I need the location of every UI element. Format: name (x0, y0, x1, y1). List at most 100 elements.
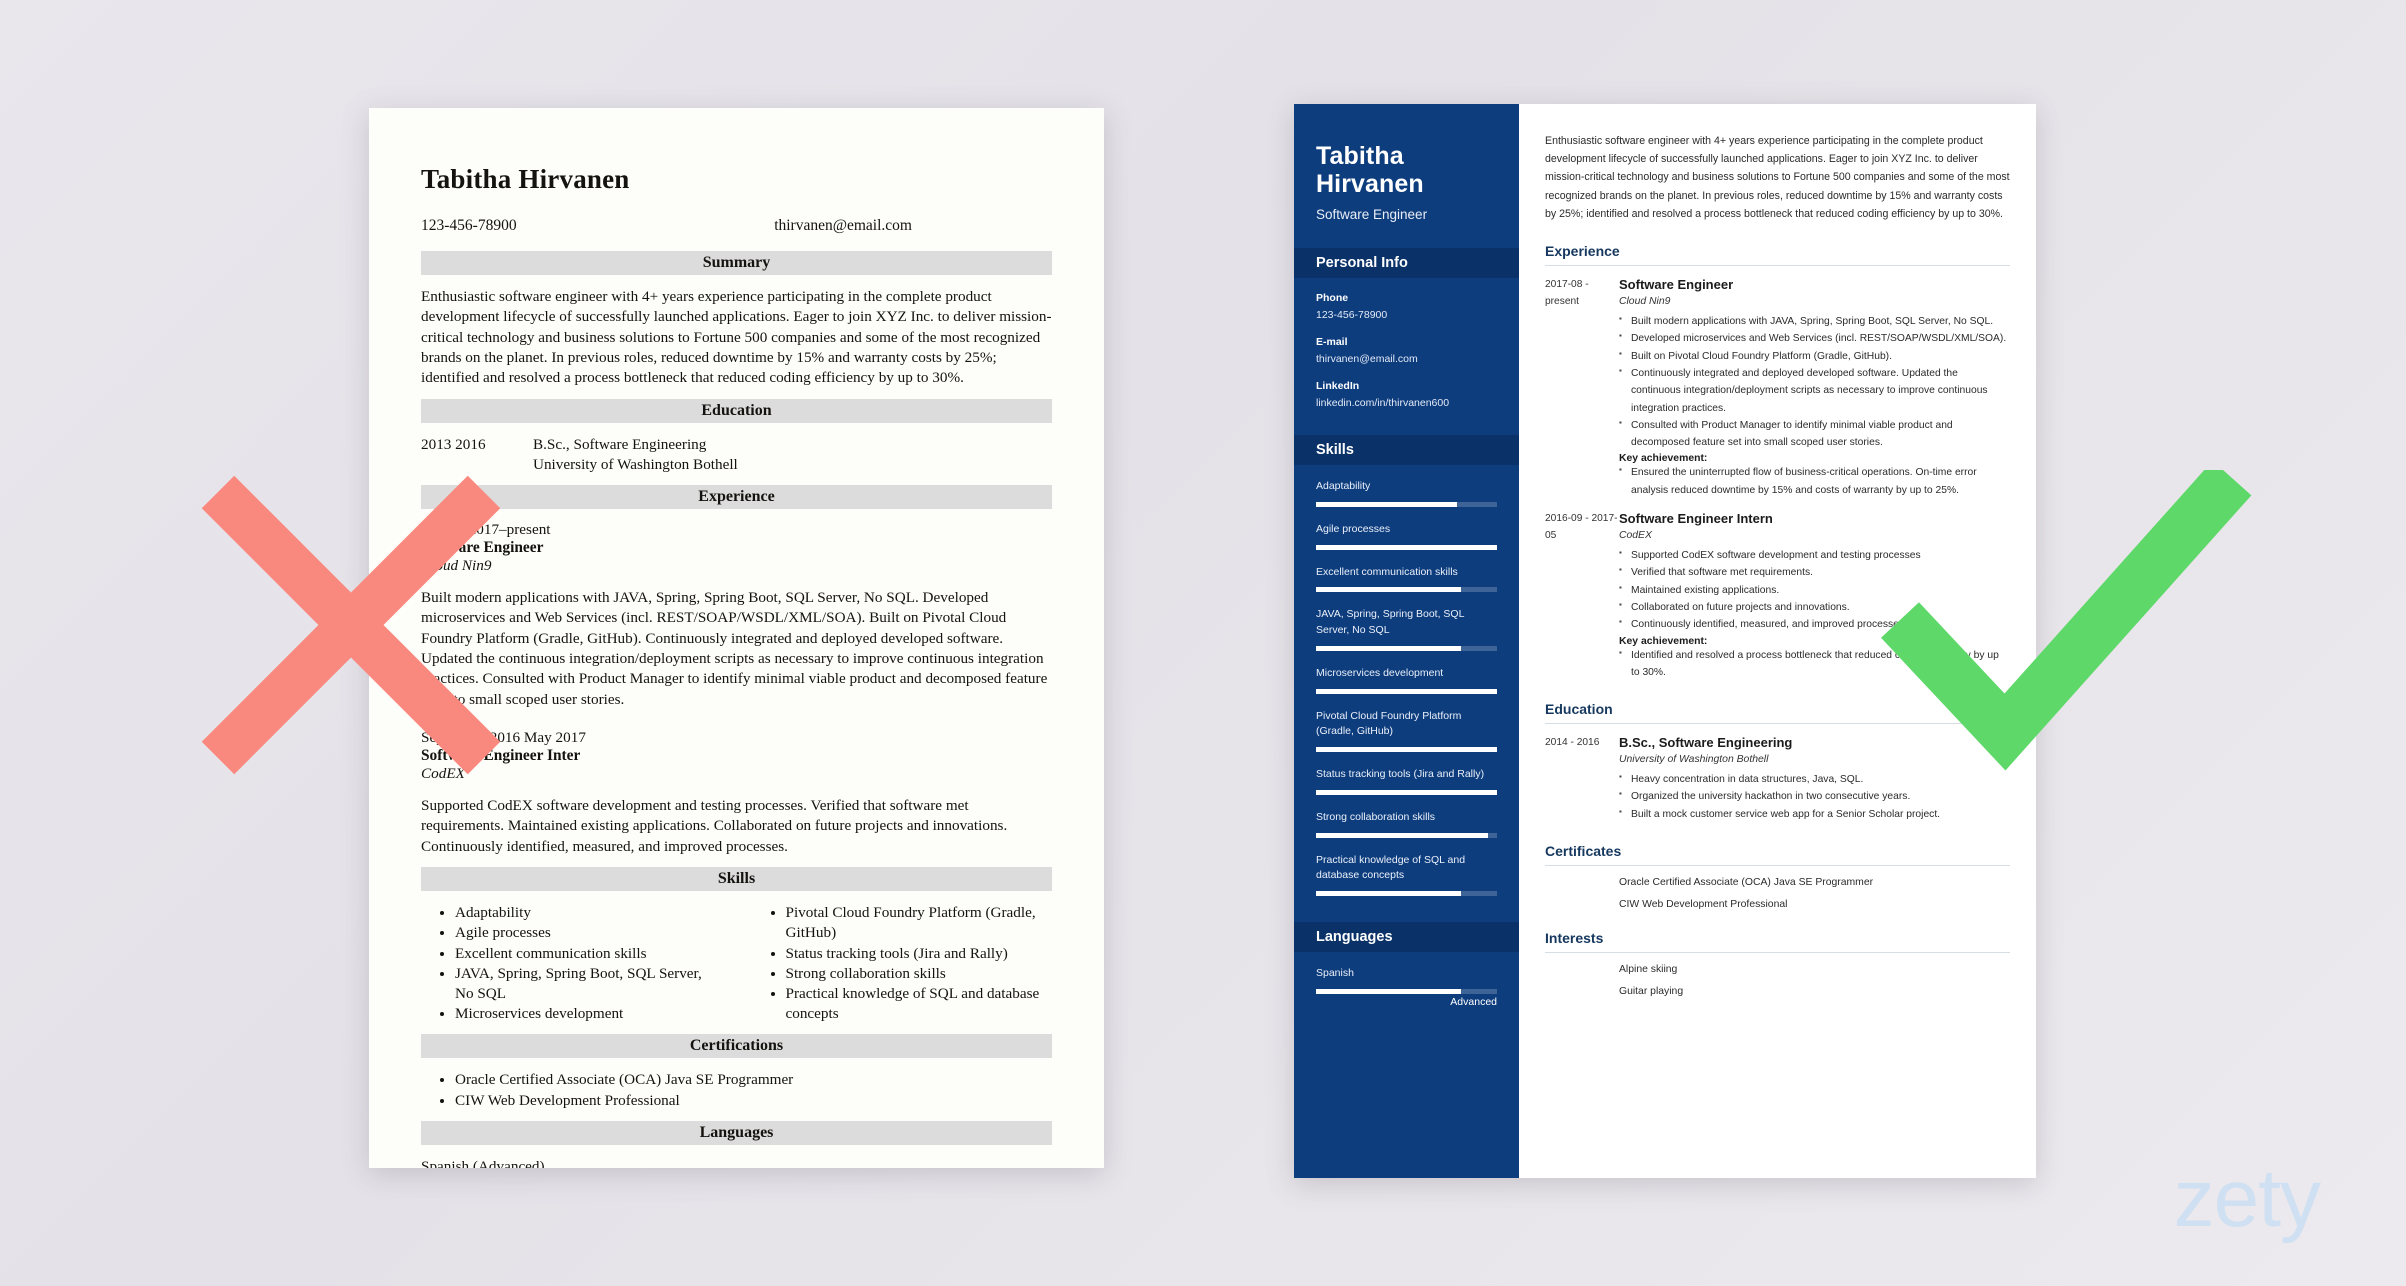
list-item: Pivotal Cloud Foundry Platform (Gradle, … (786, 903, 1053, 943)
bullet-list: Built modern applications with JAVA, Spr… (1619, 312, 2010, 452)
bullet-item: Built modern applications with JAVA, Spr… (1619, 312, 2010, 330)
sidebar-language-item: Spanish Advanced (1316, 966, 1497, 1008)
good-job-company: Cloud Nin9 (1619, 296, 1671, 308)
good-certificate-item: CIW Web Development Professional (1619, 899, 1788, 911)
sidebar-skill-label: Pivotal Cloud Foundry Platform (Gradle, … (1316, 709, 1462, 738)
list-item: Adaptability (455, 903, 722, 923)
zety-watermark: zety (2173, 1153, 2321, 1244)
sidebar-skill-item: Adaptability (1316, 479, 1497, 507)
sidebar-skill-label: Excellent communication skills (1316, 565, 1458, 578)
bullet-item: Consulted with Product Manager to identi… (1619, 416, 2010, 452)
good-certificates-list: Oracle Certified Associate (OCA) Java SE… (1545, 877, 2010, 910)
bad-job-description: Built modern applications with JAVA, Spr… (421, 588, 1048, 708)
sidebar-skill-bar-fill (1316, 832, 1488, 838)
bad-skills-columns: AdaptabilityAgile processesExcellent com… (421, 903, 1052, 1024)
bullet-item: Supported CodEX software development and… (1619, 546, 2010, 564)
key-achievement-label: Key achievement: (1619, 453, 1708, 465)
good-education-school: University of Washington Bothell (1619, 754, 1769, 766)
sidebar-skill-item: Pivotal Cloud Foundry Platform (Gradle, … (1316, 709, 1497, 752)
sidebar-skills-list: Adaptability Agile processes Excellent com… (1316, 479, 1497, 896)
bad-job-company: Cloud Nin9 (421, 556, 492, 574)
good-resume-name: Tabitha Hirvanen (1316, 142, 1424, 198)
bullet-item: Heavy concentration in data structures, … (1619, 770, 2010, 788)
good-resume-job-title: Software Engineer (1316, 207, 1428, 222)
bad-skills-list-right: Pivotal Cloud Foundry Platform (Gradle, … (752, 903, 1053, 1024)
bad-education-dates: 2013 2016 (421, 435, 486, 453)
sidebar-languages-list: Spanish Advanced (1316, 966, 1497, 1008)
bad-summary-text: Enthusiastic software engineer with 4+ y… (421, 288, 1052, 387)
sidebar-language-bar-fill (1316, 988, 1461, 994)
sidebar-skill-bar-fill (1316, 587, 1461, 593)
good-resume-main: Enthusiastic software engineer with 4+ y… (1519, 104, 2036, 1178)
sidebar-skill-bar (1316, 891, 1497, 896)
sidebar-skill-item: JAVA, Spring, Spring Boot, SQL Server, N… (1316, 607, 1497, 651)
good-section-heading-certificates: Certificates (1545, 843, 1622, 860)
sidebar-heading-languages: Languages (1294, 922, 1519, 952)
section-divider (1545, 723, 2010, 725)
sidebar-email-value: thirvanen@email.com (1316, 353, 1418, 365)
sidebar-skill-bar (1316, 747, 1497, 752)
list-item: Strong collaboration skills (786, 964, 1053, 984)
bad-resume-document: Tabitha Hirvanen 123-456-78900 thirvanen… (369, 108, 1104, 1168)
sidebar-skill-bar-fill (1316, 544, 1497, 550)
good-job-entry: 2016-09 - 2017-05 Software Engineer Inter… (1545, 511, 2010, 681)
bad-section-heading-experience: Experience (421, 484, 1052, 509)
bad-section-heading-summary: Summary (421, 251, 1052, 275)
sidebar-skill-bar (1316, 832, 1497, 838)
sidebar-skill-bar-fill (1316, 891, 1461, 896)
bad-education-school: University of Washington Bothell (533, 455, 738, 473)
sidebar-skill-bar-fill (1316, 501, 1458, 507)
bad-resume-contact-row: 123-456-78900 thirvanen@email.com (421, 217, 1052, 235)
bad-education-degree: B.Sc., Software Engineering (533, 435, 707, 453)
bad-job-title: Software Engineer (421, 538, 544, 556)
bullet-list: Heavy concentration in data structures, … (1619, 770, 2010, 823)
sidebar-skill-bar (1316, 688, 1497, 694)
list-item: Status tracking tools (Jira and Rally) (786, 944, 1053, 964)
bad-job-dates: August 2017–present (421, 520, 551, 538)
bad-skills-list-left: AdaptabilityAgile processesExcellent com… (421, 903, 722, 1024)
bullet-item: Verified that software met requirements. (1619, 563, 2010, 581)
list-item: Oracle Certified Associate (OCA) Java SE… (455, 1070, 1052, 1090)
good-job-body: Software Engineer Intern CodEX Supported C… (1619, 511, 2010, 681)
list-item: CIW Web Development Professional (455, 1091, 1052, 1111)
sidebar-email-label: E-mail (1316, 336, 1348, 348)
sidebar-language-bar (1316, 988, 1497, 994)
good-education-body: B.Sc., Software Engineering University of… (1619, 735, 2010, 823)
section-divider (1545, 952, 2010, 954)
sidebar-skill-bar-fill (1316, 688, 1497, 694)
bullet-list: Identified and resolved a process bottle… (1619, 646, 2010, 682)
bad-job-entry: September 2016 May 2017 Software Enginee… (421, 729, 1052, 857)
bullet-item: Ensured the uninterrupted flow of busine… (1619, 463, 2010, 499)
bad-job-company: CodEX (421, 765, 465, 783)
good-section-heading-interests: Interests (1545, 930, 1604, 947)
sidebar-skill-label: Microservices development (1316, 666, 1444, 679)
good-job-dates: 2016-09 - 2017-05 (1545, 513, 1618, 541)
good-certificate-item: Oracle Certified Associate (OCA) Java SE… (1619, 877, 1874, 889)
bad-resume-name: Tabitha Hirvanen (421, 164, 630, 194)
sidebar-skill-item: Agile processes (1316, 522, 1497, 550)
good-education-list: 2014 - 2016 B.Sc., Software Engineering Un… (1545, 735, 2010, 823)
good-resume-sidebar: Tabitha Hirvanen Software Engineer Perso… (1294, 104, 1519, 1178)
bad-job-entry: August 2017–present Software Engineer Cl… (421, 521, 1052, 710)
sidebar-linkedin-value: linkedin.com/in/thirvanen600 (1316, 397, 1450, 409)
bullet-list: Supported CodEX software development and… (1619, 546, 2010, 633)
bullet-item: Identified and resolved a process bottle… (1619, 646, 2010, 682)
list-item: Microservices development (455, 1004, 722, 1024)
bullet-item: Organized the university hackathon in tw… (1619, 787, 2010, 805)
sidebar-skill-bar-fill (1316, 747, 1497, 752)
good-job-company: CodEX (1619, 530, 1652, 542)
bad-section-heading-certifications: Certifications (421, 1034, 1052, 1059)
sidebar-skill-label: Adaptability (1316, 480, 1371, 492)
sidebar-skill-bar (1316, 645, 1497, 651)
bullet-item: Maintained existing applications. (1619, 581, 2010, 599)
bad-job-dates: September 2016 May 2017 (421, 729, 586, 747)
sidebar-phone-value: 123-456-78900 (1316, 309, 1388, 321)
good-education-degree: B.Sc., Software Engineering (1619, 735, 1793, 751)
sidebar-skill-bar (1316, 501, 1497, 507)
sidebar-skill-item: Practical knowledge of SQL and database … (1316, 853, 1497, 896)
good-section-heading-education: Education (1545, 701, 1613, 718)
good-education-entry: 2014 - 2016 B.Sc., Software Engineering Un… (1545, 735, 2010, 823)
bad-section-heading-languages: Languages (421, 1120, 1052, 1145)
good-section-heading-experience: Experience (1545, 243, 1620, 260)
bad-job-description: Supported CodEX software development and… (421, 797, 1008, 855)
